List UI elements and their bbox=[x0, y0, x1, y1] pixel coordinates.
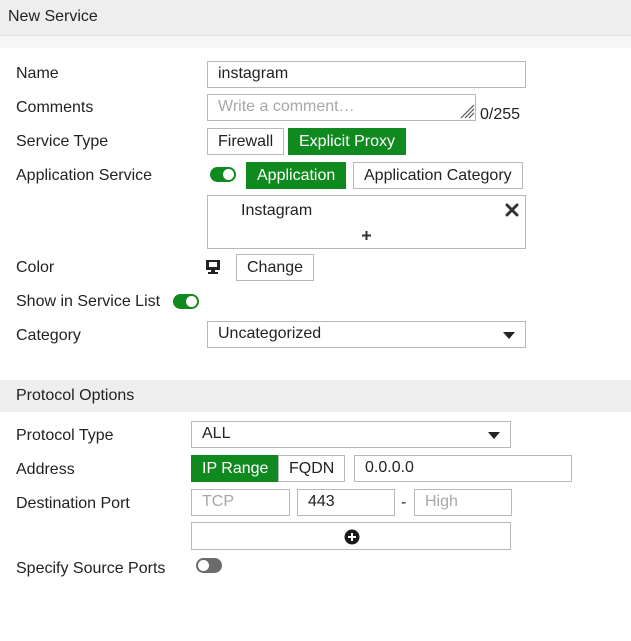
address-input[interactable]: 0.0.0.0 bbox=[354, 455, 572, 482]
comments-counter: 0/255 bbox=[480, 106, 521, 123]
specify-source-ports-toggle[interactable] bbox=[196, 558, 222, 573]
application-entry-list: Instagram bbox=[207, 195, 526, 249]
application-service-toggle[interactable] bbox=[210, 167, 236, 182]
comments-textarea[interactable]: Write a comment… bbox=[207, 94, 476, 121]
address-fqdn-button[interactable]: FQDN bbox=[278, 455, 346, 482]
monitor-icon bbox=[206, 260, 220, 274]
service-type-firewall-button[interactable]: Firewall bbox=[207, 128, 285, 155]
service-type-label: Service Type bbox=[16, 133, 109, 150]
comments-label: Comments bbox=[16, 99, 94, 116]
protocol-type-label: Protocol Type bbox=[16, 427, 114, 444]
protocol-type-select[interactable]: ALL bbox=[191, 421, 511, 448]
show-in-service-list-toggle[interactable] bbox=[173, 294, 199, 309]
add-destination-port-button[interactable] bbox=[191, 522, 511, 550]
title-divider-strip bbox=[0, 36, 631, 48]
chevron-down-icon bbox=[503, 332, 515, 339]
name-input[interactable]: instagram bbox=[207, 61, 526, 88]
service-type-explicit-proxy-button[interactable]: Explicit Proxy bbox=[288, 128, 407, 155]
application-entry: Instagram bbox=[241, 202, 313, 219]
toggle-knob bbox=[198, 560, 209, 571]
address-label: Address bbox=[16, 461, 75, 478]
color-label: Color bbox=[16, 259, 55, 276]
name-label: Name bbox=[16, 65, 59, 82]
category-select[interactable]: Uncategorized bbox=[207, 321, 526, 348]
show-in-service-list-label: Show in Service List bbox=[16, 293, 161, 310]
window-title: New Service bbox=[8, 8, 98, 25]
address-ip-range-button[interactable]: IP Range bbox=[191, 455, 280, 482]
destination-port-label: Destination Port bbox=[16, 495, 130, 512]
color-change-button[interactable]: Change bbox=[236, 254, 315, 281]
specify-source-ports-label: Specify Source Ports bbox=[16, 560, 166, 577]
destination-port-low-input[interactable]: 443 bbox=[297, 489, 395, 516]
plus-circle-icon bbox=[344, 529, 360, 545]
plus-icon[interactable] bbox=[361, 230, 372, 241]
category-label: Category bbox=[16, 327, 81, 344]
destination-port-high-input[interactable]: High bbox=[414, 489, 512, 516]
protocol-options-header: Protocol Options bbox=[0, 380, 631, 412]
application-button[interactable]: Application bbox=[246, 162, 347, 189]
toggle-knob bbox=[223, 169, 234, 180]
toggle-knob bbox=[186, 296, 197, 307]
protocol-type-value: ALL bbox=[202, 425, 231, 442]
title-bar: New Service bbox=[0, 0, 631, 36]
application-category-button[interactable]: Application Category bbox=[353, 162, 523, 189]
category-value: Uncategorized bbox=[218, 325, 322, 342]
protocol-options-title: Protocol Options bbox=[16, 387, 135, 404]
destination-port-protocol-input[interactable]: TCP bbox=[191, 489, 290, 516]
resize-handle-icon[interactable] bbox=[459, 103, 475, 119]
close-icon[interactable] bbox=[505, 203, 519, 217]
application-service-label: Application Service bbox=[16, 167, 153, 184]
chevron-down-icon bbox=[488, 432, 500, 439]
port-range-separator: - bbox=[401, 494, 407, 511]
